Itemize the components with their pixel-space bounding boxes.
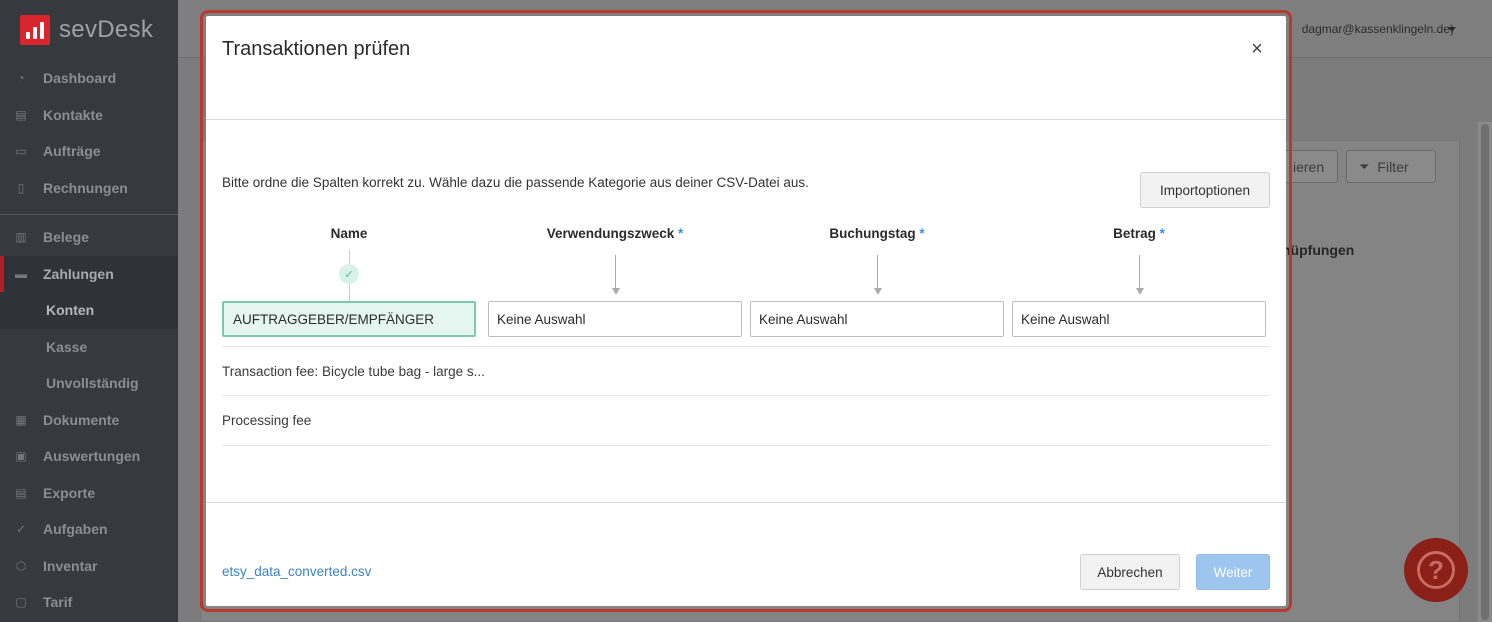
sidebar-item-label: Aufträge	[43, 143, 101, 160]
column-header-label: Betrag	[1113, 226, 1156, 241]
sidebar-item-label: Kontakte	[43, 106, 103, 123]
sevdesk-logo[interactable]: sevDesk	[20, 14, 153, 46]
sidebar-item-rechnungen[interactable]: ▯ Rechnungen	[0, 170, 178, 207]
connector-line	[349, 284, 350, 301]
sidebar-item-label: Dashboard	[43, 70, 117, 87]
preview-row: Transaction fee: Bicycle tube bag - larg…	[222, 346, 1270, 396]
export-icon: ▤	[15, 485, 27, 500]
filter-button[interactable]: ⏷ Filter	[1346, 150, 1436, 183]
column-select[interactable]: Keine Auswahl	[1012, 301, 1266, 337]
required-marker: *	[1159, 226, 1165, 241]
modal-title: Transaktionen prüfen	[222, 38, 411, 60]
inventory-icon: ⬡	[15, 558, 27, 573]
sidebar-item-kontakte[interactable]: ▤ Kontakte	[0, 97, 178, 134]
tariff-icon: ▢	[15, 595, 27, 610]
sidebar-item-label: Kasse	[46, 338, 88, 355]
close-icon[interactable]: ×	[1248, 39, 1266, 59]
connector-line	[1139, 255, 1140, 289]
background-action-label: ieren	[1293, 158, 1325, 175]
invoice-icon: ▯	[17, 180, 25, 195]
column-header: Name	[222, 226, 476, 241]
sidebar-item-belege[interactable]: ▥ Belege	[0, 219, 178, 256]
column-select[interactable]: Keine Auswahl	[488, 301, 742, 337]
import-options-button[interactable]: Importoptionen	[1140, 172, 1270, 208]
sidebar-item-aufgaben[interactable]: ✓ Aufgaben	[0, 511, 178, 548]
sidebar: sevDesk ◔ Dashboard ▤ Kontakte ▭ Aufträge ▯ Rec…	[0, 0, 178, 622]
column-header: Buchungstag *	[750, 226, 1004, 241]
csv-file-link[interactable]: etsy_data_converted.csv	[222, 564, 371, 579]
column-header-label: Buchungstag	[829, 226, 916, 241]
user-email[interactable]: dagmar@kassenklingeln.de)	[1302, 22, 1454, 36]
chevron-down-icon[interactable]	[1448, 27, 1456, 32]
sidebar-item-konten[interactable]: Konten	[0, 292, 178, 329]
receipt-icon: ▥	[15, 230, 27, 245]
sidebar-item-label: Aufgaben	[43, 521, 108, 538]
column-header-label: Verwendungszweck	[546, 226, 675, 241]
sidebar-item-auswertungen[interactable]: ▣ Auswertungen	[0, 438, 178, 475]
column-header: Betrag *	[1012, 226, 1266, 241]
sidebar-item-label: Zahlungen	[43, 265, 114, 282]
sidebar-item-label: Inventar	[43, 557, 98, 574]
logo-mark-icon	[20, 15, 50, 45]
filter-label: Filter	[1377, 158, 1409, 175]
sidebar-item-unvollst-ndig[interactable]: Unvollständig	[0, 365, 178, 402]
required-marker: *	[678, 226, 684, 241]
connector-line	[349, 250, 350, 264]
arrow-down-icon	[873, 288, 882, 295]
contacts-icon: ▤	[15, 107, 27, 122]
preview-divider	[222, 445, 1270, 446]
required-marker: *	[919, 226, 925, 241]
sidebar-item-label: Tarif	[43, 594, 73, 611]
sidebar-item-inventar[interactable]: ⬡ Inventar	[0, 548, 178, 585]
connector-line	[877, 255, 878, 289]
footer-divider	[206, 502, 1286, 503]
check-icon: ✓	[15, 522, 27, 537]
preview-row-text: Processing fee	[222, 413, 312, 428]
reports-icon: ▣	[15, 449, 27, 464]
sidebar-item-dokumente[interactable]: ▦ Dokumente	[0, 402, 178, 439]
import-modal: Transaktionen prüfen × Bitte ordne die S…	[206, 16, 1286, 606]
intro-text: Bitte ordne die Spalten korrekt zu. Wähl…	[222, 175, 809, 190]
column-header: Verwendungszweck *	[488, 226, 742, 241]
sidebar-item-exporte[interactable]: ▤ Exporte	[0, 475, 178, 512]
logo-text: sevDesk	[59, 16, 154, 43]
sidebar-item-label: Konten	[46, 302, 95, 319]
column-select[interactable]: AUFTRAGGEBER/EMPFÄNGER	[222, 301, 476, 337]
dashboard-icon: ◔	[17, 71, 25, 86]
sidebar-item-label: Belege	[43, 229, 89, 246]
question-mark-icon: ?	[1417, 551, 1455, 589]
sidebar-item-label: Rechnungen	[43, 179, 128, 196]
sidebar-divider	[0, 214, 178, 215]
scrollbar-thumb[interactable]	[1481, 124, 1489, 620]
arrow-down-icon	[1135, 288, 1144, 295]
sidebar-item-kasse[interactable]: Kasse	[0, 329, 178, 366]
documents-icon: ▦	[15, 412, 27, 427]
header-divider	[206, 119, 1286, 120]
sidebar-item-label: Dokumente	[43, 411, 120, 428]
folder-icon: ▭	[15, 144, 27, 159]
sidebar-item-zahlungen[interactable]: ▬ Zahlungen	[0, 255, 178, 292]
sidebar-item-dashboard[interactable]: ◔ Dashboard	[0, 60, 178, 97]
checkmark-icon: ✓	[339, 264, 359, 284]
filter-icon: ⏷	[1359, 158, 1370, 174]
sidebar-item-label: Unvollständig	[46, 375, 139, 392]
cancel-button[interactable]: Abbrechen	[1080, 554, 1180, 590]
preview-row: Processing fee	[222, 395, 1270, 445]
sidebar-item-tarif[interactable]: ▢ Tarif	[0, 584, 178, 621]
arrow-down-icon	[611, 288, 620, 295]
sidebar-item-label: Exporte	[43, 484, 96, 501]
preview-row-text: Transaction fee: Bicycle tube bag - larg…	[222, 364, 485, 379]
help-button[interactable]: ?	[1404, 538, 1468, 602]
next-button[interactable]: Weiter	[1196, 554, 1270, 590]
sidebar-nav: ◔ Dashboard ▤ Kontakte ▭ Aufträge ▯ Rechnungen ▥…	[0, 60, 178, 621]
connector-line	[615, 255, 616, 289]
sidebar-item-label: Auswertungen	[43, 448, 141, 465]
column-header-label: Name	[330, 226, 368, 241]
sidebar-item-auftr-ge[interactable]: ▭ Aufträge	[0, 133, 178, 170]
background-column-header: nüpfungen	[1282, 242, 1355, 258]
column-select[interactable]: Keine Auswahl	[750, 301, 1004, 337]
payments-icon: ▬	[15, 266, 27, 281]
page-scrollbar[interactable]	[1478, 122, 1492, 622]
